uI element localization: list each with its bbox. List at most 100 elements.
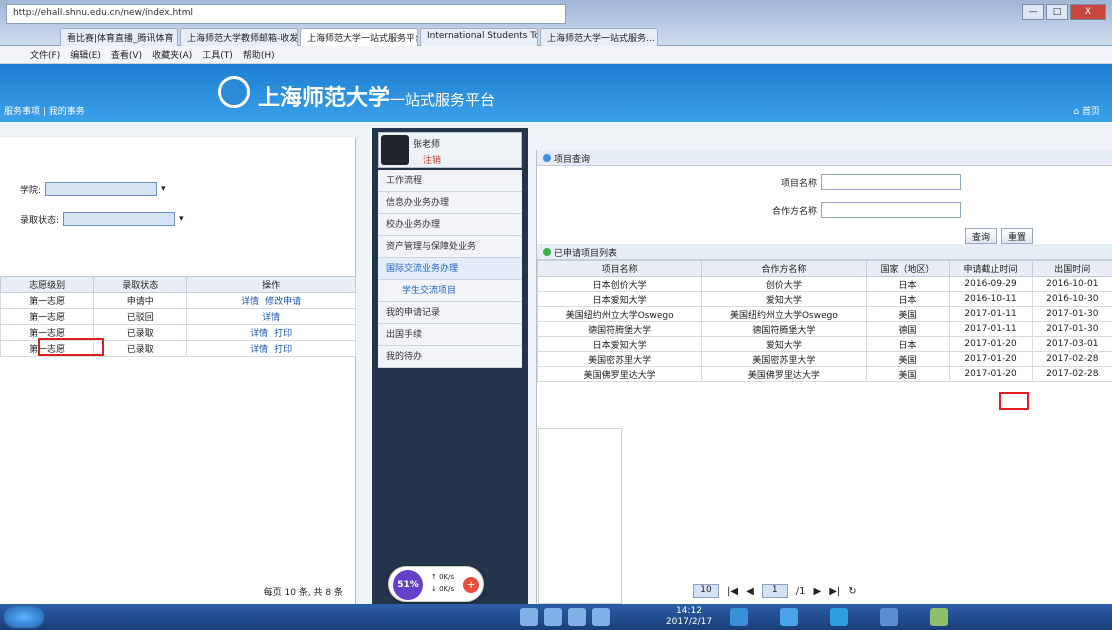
start-button[interactable] <box>4 606 44 628</box>
table-row[interactable]: 日本爱知大学 爱知大学 日本 2017-01-20 2017-03-01 <box>536 336 1112 352</box>
status-select[interactable] <box>63 212 176 226</box>
country-cell: 日本 <box>865 336 950 352</box>
status-cell: 已驳回 <box>93 308 188 325</box>
depart-cell: 2016-10-30 <box>1031 291 1112 307</box>
level-cell: 第一志愿 <box>0 292 95 309</box>
chevron-down-icon[interactable]: ▾ <box>179 214 184 224</box>
page-size-select[interactable]: 10 <box>693 584 719 598</box>
nav-item-asset[interactable]: 资产管理与保障处业务 <box>378 236 522 258</box>
plus-icon[interactable]: + <box>463 577 479 593</box>
nav-item-my-applications[interactable]: 我的申请记录 <box>378 302 522 324</box>
detail-link[interactable]: 详情 <box>241 297 259 307</box>
reset-button[interactable]: 重置 <box>1001 228 1034 244</box>
partner-cell: 德国符腾堡大学 <box>701 321 867 337</box>
image-viewer-icon[interactable] <box>930 608 948 626</box>
header-nav-link[interactable]: 服务事项 | 我的事务 <box>4 104 85 117</box>
detail-link[interactable]: 详情 <box>262 313 280 323</box>
ops-cell: 详情 <box>186 308 356 325</box>
nav-item-travel[interactable]: 出国手续 <box>378 324 522 346</box>
column-header: 录取状态 <box>93 276 188 293</box>
word-icon[interactable] <box>880 608 898 626</box>
column-header: 操作 <box>186 276 356 293</box>
deadline-cell: 2017-01-20 <box>948 336 1033 352</box>
network-speed-widget[interactable]: 51% ↑ 0K/s ↓ 0K/s + <box>388 566 484 602</box>
first-page-icon[interactable]: |◀ <box>727 586 738 597</box>
table-row[interactable]: 日本爱知大学 爱知大学 日本 2016-10-11 2016-10-30 <box>536 291 1112 307</box>
browser-tab[interactable]: International Students Toky <box>420 28 538 46</box>
depart-cell: 2017-02-28 <box>1031 366 1112 382</box>
maximize-button[interactable]: □ <box>1046 4 1068 20</box>
folder-icon[interactable] <box>830 608 848 626</box>
country-cell: 日本 <box>865 276 950 292</box>
nav-panel: 张老师 注销 工作流程 信息办业务办理 校办业务办理 资产管理与保障处业务 国际… <box>372 128 528 604</box>
prev-page-icon[interactable]: ◀ <box>746 586 754 597</box>
browser-tab[interactable]: 看比赛|体育直播_腾讯体育 <box>60 28 178 46</box>
menu-view[interactable]: 查看(V) <box>111 48 142 61</box>
nav-item-todo[interactable]: 我的待办 <box>378 346 522 368</box>
college-select[interactable] <box>45 182 158 196</box>
upload-speed-value: 0K/s <box>439 573 455 581</box>
clock-date: 2017/2/17 <box>665 617 713 627</box>
depart-cell: 2016-10-01 <box>1031 276 1112 292</box>
level-cell: 第一志愿 <box>0 308 95 325</box>
logout-link[interactable]: 注销 <box>423 153 441 166</box>
partner-cell: 美国纽约州立大学Oswego <box>701 306 867 322</box>
project-name-input[interactable] <box>821 174 961 190</box>
browser-icon[interactable] <box>780 608 798 626</box>
ie-icon[interactable] <box>730 608 748 626</box>
nav-item-school-office[interactable]: 校办业务办理 <box>378 214 522 236</box>
college-filter-row: 学院: ▾ <box>20 182 166 196</box>
browser-tab[interactable]: 上海师范大学一站式服务... <box>540 28 658 46</box>
table-row[interactable]: 日本创价大学 创价大学 日本 2016-09-29 2016-10-01 <box>536 276 1112 292</box>
last-page-icon[interactable]: ▶| <box>829 586 840 597</box>
nav-item-international[interactable]: 国际交流业务办理 <box>378 258 522 280</box>
table-row: 第一志愿 已驳回 详情 <box>0 308 356 325</box>
menu-help[interactable]: 帮助(H) <box>243 48 275 61</box>
nav-item-student-exchange[interactable]: 学生交流项目 <box>378 280 522 302</box>
nav-item-info-office[interactable]: 信息办业务办理 <box>378 192 522 214</box>
edit-link[interactable]: 修改申请 <box>265 297 301 307</box>
nav-item-workflow[interactable]: 工作流程 <box>378 170 522 192</box>
minimize-button[interactable]: — <box>1022 4 1044 20</box>
detail-link[interactable]: 详情 <box>250 329 268 339</box>
table-row[interactable]: 美国佛罗里达大学 美国佛罗里达大学 美国 2017-01-20 2017-02-28 <box>536 366 1112 382</box>
app-icon[interactable] <box>592 608 610 626</box>
column-header: 出国时间 <box>1031 260 1112 277</box>
blank-panel <box>538 428 622 604</box>
detail-link[interactable]: 详情 <box>250 345 268 355</box>
site-title: 上海师范大学一站式服务平台 <box>258 80 495 112</box>
status-label: 录取状态: <box>20 215 60 226</box>
query-button[interactable]: 查询 <box>965 228 998 244</box>
table-row[interactable]: 德国符腾堡大学 德国符腾堡大学 德国 2017-01-11 2017-01-30 <box>536 321 1112 337</box>
menu-file[interactable]: 文件(F) <box>30 48 60 61</box>
table-row[interactable]: 美国纽约州立大学Oswego 美国纽约州立大学Oswego 美国 2017-01-11… <box>536 306 1112 322</box>
project-name-cell: 德国符腾堡大学 <box>536 321 703 337</box>
highlight-box <box>38 338 104 356</box>
address-bar[interactable]: http://ehall.shnu.edu.cn/new/index.html <box>6 4 566 24</box>
system-clock[interactable]: 14:12 2017/2/17 <box>664 606 714 628</box>
partner-cell: 美国密苏里大学 <box>701 351 867 367</box>
refresh-icon[interactable]: ↻ <box>848 586 856 597</box>
page-number-input[interactable]: 1 <box>761 584 788 598</box>
home-link[interactable]: ⌂ 首页 <box>1073 104 1100 117</box>
college-label: 学院: <box>20 185 42 196</box>
browser-tab-active[interactable]: 上海师范大学一站式服务平台 <box>300 28 418 46</box>
table-row[interactable]: 美国密苏里大学 美国密苏里大学 美国 2017-01-20 2017-02-28 <box>536 351 1112 367</box>
home-label[interactable]: 首页 <box>1082 107 1100 117</box>
menu-tools[interactable]: 工具(T) <box>202 48 233 61</box>
print-link[interactable]: 打印 <box>274 345 292 355</box>
menu-edit[interactable]: 编辑(E) <box>70 48 101 61</box>
app-icon[interactable] <box>568 608 586 626</box>
close-button[interactable]: X <box>1070 4 1106 20</box>
chevron-down-icon[interactable]: ▾ <box>161 184 166 194</box>
browser-tab[interactable]: 上海师范大学教师邮箱-收发 <box>180 28 298 46</box>
print-link[interactable]: 打印 <box>274 329 292 339</box>
next-page-icon[interactable]: ▶ <box>814 586 822 597</box>
app-icon[interactable] <box>520 608 538 626</box>
status-filter-row: 录取状态: ▾ <box>20 212 184 226</box>
download-speed: ↓ 0K/s <box>431 585 455 593</box>
partner-name-input[interactable] <box>821 202 961 218</box>
menu-favorites[interactable]: 收藏夹(A) <box>152 48 192 61</box>
memory-usage-badge: 51% <box>393 570 423 600</box>
app-icon[interactable] <box>544 608 562 626</box>
